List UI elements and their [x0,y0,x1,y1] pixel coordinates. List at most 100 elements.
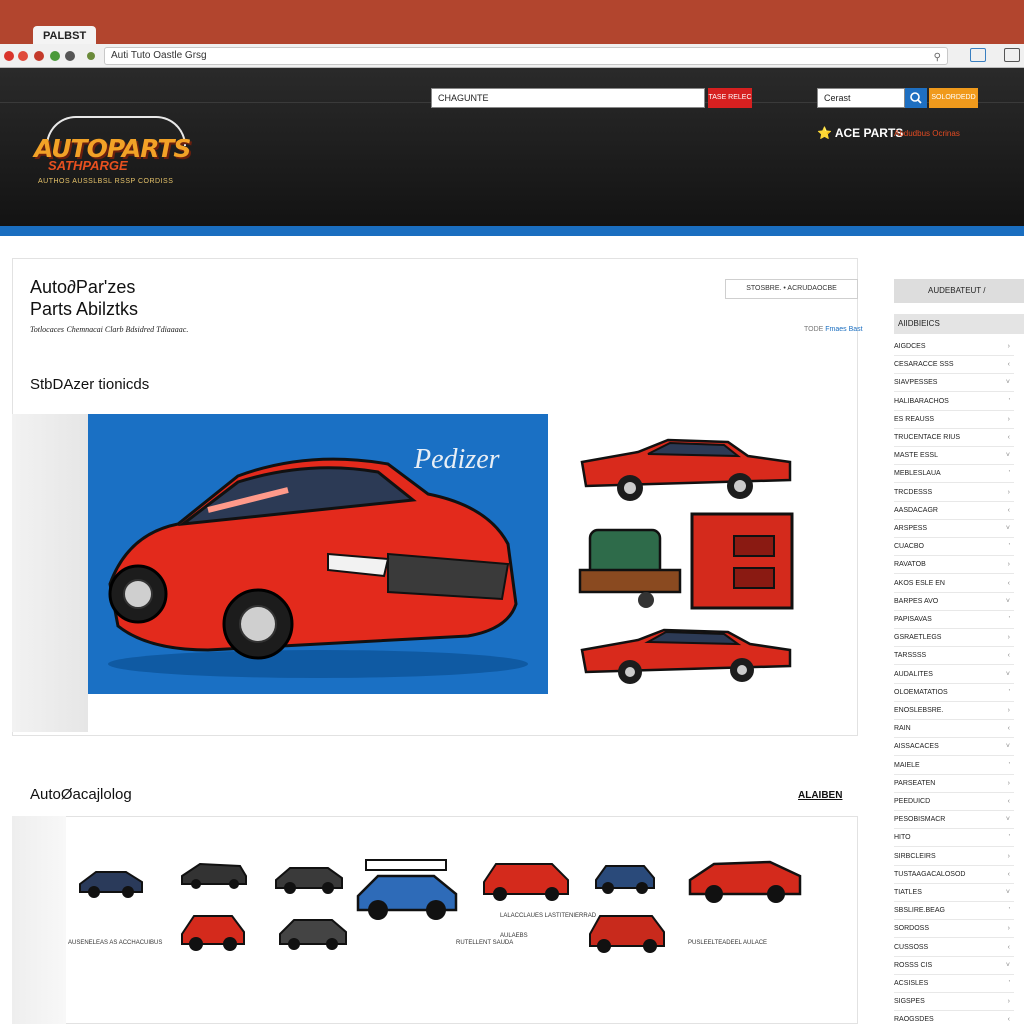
sidebar-category-label: TARSSSS [894,652,927,660]
search-icon[interactable]: ⚲ [934,50,941,66]
sidebar-category-item[interactable]: ACSISLES ’ [894,975,1014,993]
sidebar-section-label: AIIDBIEICS [894,314,1024,334]
reload-icon[interactable] [50,51,60,61]
sidebar-category-item[interactable]: ROSSS CIS ˅ [894,957,1014,975]
catalog-car-8[interactable] [180,910,246,956]
search-button[interactable] [905,88,927,108]
menu-icon[interactable] [1004,48,1020,62]
sidebar-category-label: AISSACACES [894,743,939,751]
sidebar-category-label: BARPES AVO [894,597,939,605]
sidebar-category-item[interactable]: HALIBARACHOS ’ [894,393,1014,411]
view-link[interactable]: TODE Fmaes Bast [804,326,863,333]
sidebar-category-item[interactable]: HITO ’ [894,829,1014,848]
sidebar-category-item[interactable]: CESARACCE SSS ‹ [894,356,1014,375]
sidebar-category-item[interactable]: TRCDESSS › [894,484,1014,502]
site-search-input[interactable]: Cerast [817,88,905,108]
sidebar-category-item[interactable]: CUACBO ’ [894,538,1014,557]
window-title-bar [0,0,1024,44]
chevron-icon: ’ [1008,616,1010,623]
featured-car-banner[interactable]: Pedizer [88,414,548,694]
chevron-icon: ‹ [1007,725,1010,733]
chevron-icon: ’ [1008,470,1010,478]
sidebar-category-item[interactable]: CUSSOSS ‹ [894,939,1014,957]
muscle-car-thumbnail[interactable] [578,432,794,504]
catalog-car-3[interactable] [274,862,344,896]
chevron-icon: ‹ [1007,943,1010,951]
sidebar-category-item[interactable]: GSRAETLEGS › [894,629,1014,648]
sidebar-category-label: AUDALITES [894,670,933,678]
sidebar-category-item[interactable]: SBSLIRE.BEAG ’ [894,902,1014,921]
address-bar[interactable]: Auti Tuto Oastle Grsg ⚲ [104,47,948,65]
catalog-car-4[interactable] [356,856,458,926]
sidebar-category-item[interactable]: AISSACACES ˅ [894,738,1014,757]
sidebar-category-item[interactable]: AKOS ESLE EN ‹ [894,575,1014,593]
catalog-car-1[interactable] [78,864,144,900]
catalog-car-6[interactable] [594,860,656,896]
brand-label[interactable]: ⭐ ACE PARTS [817,126,903,140]
toolbox-thumbnail[interactable] [688,510,796,614]
catalog-view-all-link[interactable]: ALAIBEN [798,790,842,801]
catalog-car-10[interactable] [588,912,666,956]
chevron-icon: ‹ [1007,361,1010,369]
part-search-button[interactable]: TASE RELEC [708,88,752,108]
catalog-car-5[interactable] [482,860,570,904]
chevron-icon: ˅ [1005,670,1010,678]
sidebar-category-label: ROSSS CIS [894,961,933,969]
sidebar-category-item[interactable]: PESOBISMACR ˅ [894,811,1014,830]
sidebar-category-item[interactable]: ES REAUSS › [894,411,1014,429]
chevron-icon: › [1007,779,1010,787]
chevron-icon: ’ [1008,688,1010,696]
sidebar-category-item[interactable]: RAVATOB › [894,556,1014,575]
sidebar-category-label: RAOGSDES [894,1016,934,1024]
sidebar-category-label: GSRAETLEGS [894,634,942,642]
sidebar-header[interactable]: AUDEBATEUT / [894,279,1024,303]
sidebar-category-item[interactable]: RAIN ‹ [894,720,1014,739]
forward-icon[interactable] [34,51,44,61]
sidebar-category-label: SORDOSS [894,925,930,933]
part-search-input[interactable]: CHAGUNTE [431,88,705,108]
bookmark-icon[interactable] [970,48,986,62]
sports-car-thumbnail[interactable] [578,624,794,686]
sidebar-category-item[interactable]: ARSPESS ˅ [894,520,1014,538]
sidebar-category-item[interactable]: SIAVPESSES ˅ [894,374,1014,393]
catalog-car-2[interactable] [180,860,248,890]
catalog-car-7[interactable] [688,856,802,908]
chevron-icon: › [1007,852,1010,860]
sidebar-category-item[interactable]: BARPES AVO ˅ [894,593,1014,611]
sidebar-category-item[interactable]: MAIELE ’ [894,757,1014,775]
sidebar-category-item[interactable]: AIGDCES › [894,338,1014,356]
chevron-icon: ’ [1008,397,1010,405]
browser-tab[interactable]: PALBST [33,26,97,46]
brand-subtext[interactable]: Abdudbus Ocrinas [894,129,960,138]
sidebar-category-label: MAIELE [894,761,920,769]
sidebar-category-item[interactable]: RAOGSDES ‹ [894,1011,1014,1024]
sidebar-category-item[interactable]: PEEDUICD ‹ [894,793,1014,811]
sidebar-category-item[interactable]: PARSEATEN › [894,775,1014,793]
sidebar-category-item[interactable]: TARSSSS ‹ [894,647,1014,666]
sidebar-category-item[interactable]: PAPISAVAS ’ [894,611,1014,629]
sidebar-category-item[interactable]: TIATLES ˅ [894,884,1014,902]
sidebar-category-item[interactable]: ENOSLEBSRE. › [894,702,1014,720]
sidebar-category-item[interactable]: SIGSPES › [894,993,1014,1012]
filter-dropdown[interactable]: STOSBRE. • ACRUDAOCBE [725,279,858,299]
close-window-icon[interactable] [4,51,14,61]
sidebar-category-label: CUACBO [894,543,924,551]
site-info-icon[interactable] [87,52,95,60]
engine-part-thumbnail[interactable] [576,512,686,612]
sidebar-category-item[interactable]: AUDALITES ˅ [894,666,1014,684]
sidebar-category-item[interactable]: TRUCENTACE RIUS ‹ [894,429,1014,447]
back-icon[interactable] [18,51,28,61]
site-logo[interactable]: AUTOPARTS SATHPARGE AUTHOS AUSSLBSL RSSP… [34,116,194,196]
catalog-item-label: AULAEBS [500,933,528,939]
order-button[interactable]: SOLORDEDD [929,88,978,108]
sidebar-category-item[interactable]: MASTE ESSL ˅ [894,447,1014,466]
sidebar-category-item[interactable]: AASDACAGR ‹ [894,502,1014,520]
sidebar-category-label: PEEDUICD [894,798,931,805]
sidebar-category-item[interactable]: OLOEMATATIOS ’ [894,684,1014,702]
catalog-car-9[interactable] [278,914,348,954]
sidebar-category-item[interactable]: SORDOSS › [894,920,1014,939]
sidebar-category-item[interactable]: SIRBCLEIRS › [894,848,1014,866]
home-icon[interactable] [65,51,75,61]
sidebar-category-item[interactable]: TUSTAAGACALOSOD ‹ [894,866,1014,884]
sidebar-category-item[interactable]: MEBLESLAUA ’ [894,465,1014,484]
